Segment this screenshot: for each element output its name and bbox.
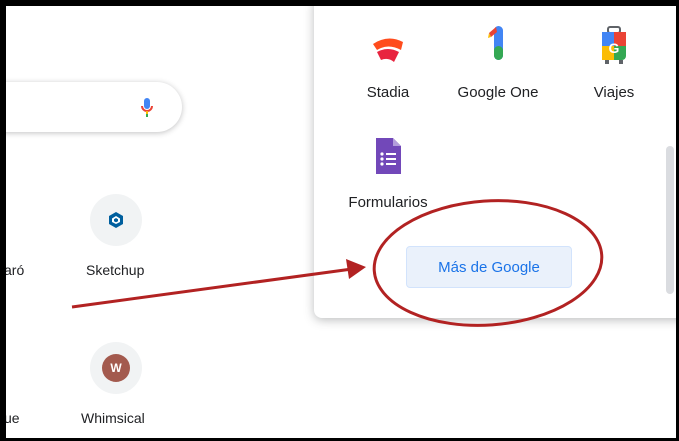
annotation-arrow-line	[71, 267, 353, 309]
annotation-arrow-head	[346, 259, 366, 279]
browser-content: aró Sketchup ue W Whimsical Stadia Googl…	[6, 6, 676, 438]
annotation-overlay	[71, 199, 604, 327]
annotation-circle	[372, 199, 604, 327]
